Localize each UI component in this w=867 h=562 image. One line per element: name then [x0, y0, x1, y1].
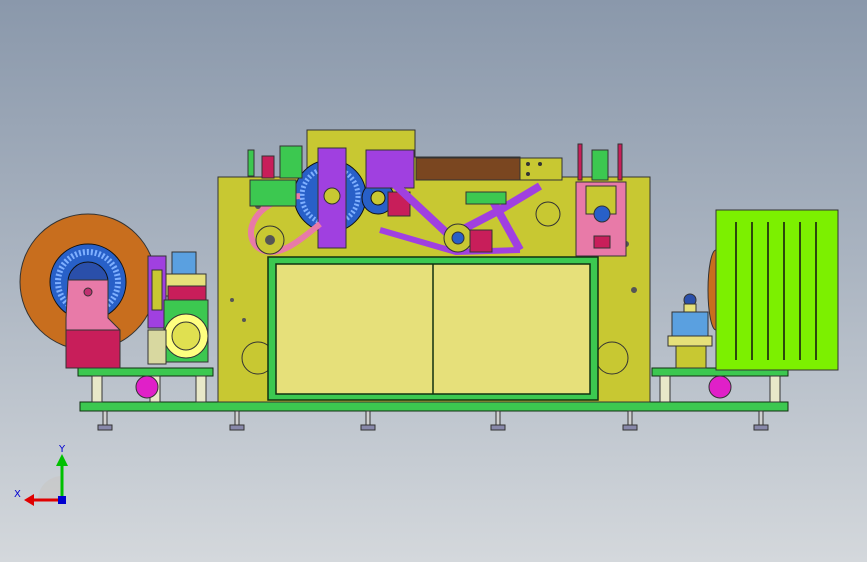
coordinate-triad[interactable]: Y X [14, 444, 68, 506]
cad-viewport[interactable]: Y X [0, 0, 867, 562]
tension-module-left [147, 251, 209, 365]
access-panel[interactable] [267, 256, 599, 401]
leveling-feet [97, 410, 769, 431]
y-arrow-icon [56, 454, 68, 466]
brown-roller [415, 157, 563, 181]
rewind-unit [667, 293, 713, 369]
foot [622, 410, 638, 431]
y-axis-label: Y [58, 444, 66, 455]
tension-module-right [575, 143, 627, 257]
foot [360, 410, 376, 431]
foot [229, 410, 245, 431]
x-axis-label: X [14, 489, 21, 500]
caster-wheel [708, 375, 732, 399]
z-origin [58, 496, 66, 504]
foot [753, 410, 769, 431]
foot [490, 410, 506, 431]
control-cabinet [707, 209, 839, 371]
sensor-stack-left [247, 145, 303, 207]
foot [97, 410, 113, 431]
unwind-reel [19, 213, 157, 369]
caster-wheel [135, 375, 159, 399]
x-arrow-icon [24, 494, 34, 506]
